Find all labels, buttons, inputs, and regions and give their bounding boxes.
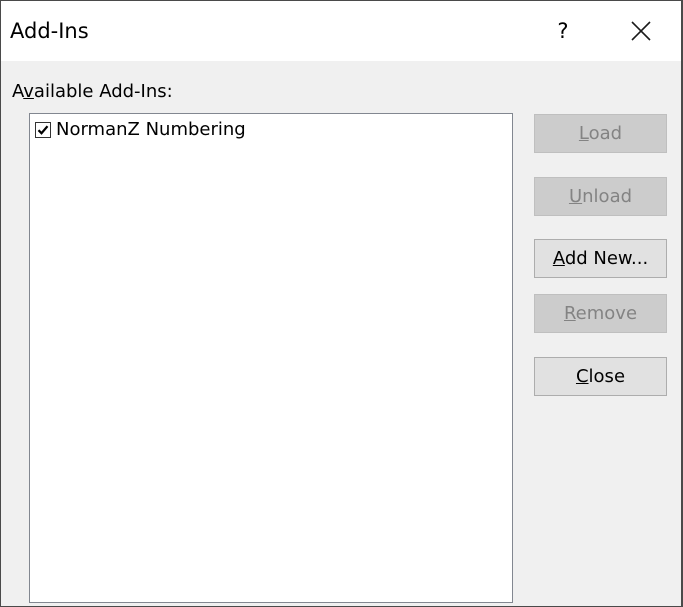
checkmark-icon <box>37 125 49 135</box>
add-ins-dialog: Add-Ins ? Available Add-Ins: NormanZ Num… <box>0 0 683 607</box>
close-button[interactable]: Close <box>534 357 667 396</box>
addin-name: NormanZ Numbering <box>56 119 246 140</box>
load-button[interactable]: Load <box>534 114 667 153</box>
unload-button[interactable]: Unload <box>534 177 667 216</box>
title-bar: Add-Ins ? <box>1 1 681 61</box>
dialog-title: Add-Ins <box>10 19 89 43</box>
available-add-ins-label: Available Add-Ins: <box>12 81 173 102</box>
add-ins-listbox[interactable]: NormanZ Numbering <box>29 113 513 603</box>
list-item[interactable]: NormanZ Numbering <box>35 118 246 142</box>
addin-checkbox[interactable] <box>35 122 51 138</box>
remove-button[interactable]: Remove <box>534 294 667 333</box>
close-icon <box>631 21 651 41</box>
close-window-button[interactable] <box>619 12 663 50</box>
add-new-button[interactable]: Add New... <box>534 239 667 278</box>
help-button[interactable]: ? <box>548 14 578 48</box>
